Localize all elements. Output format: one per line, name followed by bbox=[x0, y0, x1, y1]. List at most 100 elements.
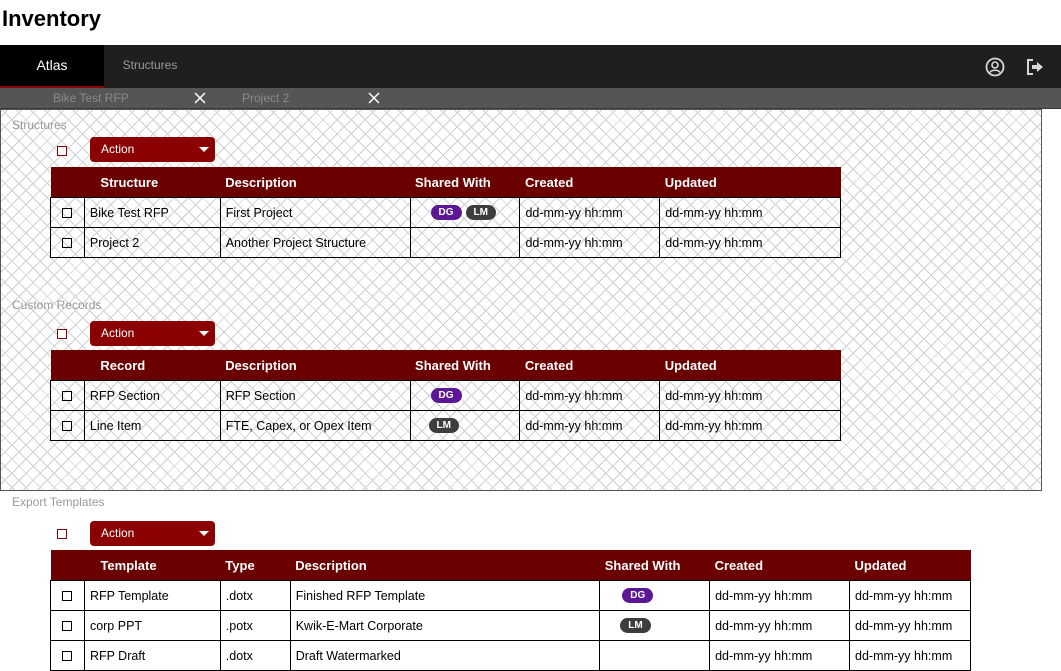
row-checkbox[interactable] bbox=[62, 651, 73, 662]
structure-description: Another Project Structure bbox=[219, 227, 411, 258]
action-label: Action bbox=[101, 326, 135, 340]
column-header bbox=[50, 350, 85, 381]
created-date: dd-mm-yy hh:mm bbox=[709, 580, 850, 611]
open-tab-bike-test-rfp[interactable]: Bike Test RFP bbox=[53, 88, 129, 108]
shared-with-cell: DG bbox=[409, 380, 521, 411]
chevron-down-icon bbox=[199, 147, 209, 152]
column-header[interactable]: Type bbox=[220, 550, 291, 581]
record-name[interactable]: RFP Section bbox=[83, 380, 221, 411]
select-all-checkbox[interactable] bbox=[57, 146, 67, 156]
column-header[interactable]: Updated bbox=[659, 350, 841, 381]
column-header[interactable]: Shared With bbox=[410, 350, 520, 381]
column-header[interactable]: Description bbox=[220, 350, 411, 381]
template-description: Finished RFP Template bbox=[289, 580, 601, 611]
column-header bbox=[50, 167, 85, 198]
row-checkbox[interactable] bbox=[62, 238, 73, 249]
tab-atlas[interactable]: Atlas bbox=[0, 45, 104, 88]
user-badge[interactable]: DG bbox=[430, 388, 462, 404]
table-row[interactable]: RFP Template .dotx Finished RFP Template… bbox=[50, 580, 971, 611]
row-checkbox[interactable] bbox=[62, 208, 73, 219]
column-header[interactable]: Record bbox=[84, 350, 221, 381]
tab-structures[interactable]: Structures bbox=[104, 45, 196, 88]
logout-icon[interactable] bbox=[1025, 57, 1045, 77]
top-nav: Atlas Structures bbox=[0, 45, 1061, 88]
created-date: dd-mm-yy hh:mm bbox=[519, 227, 661, 258]
column-header[interactable]: Shared With bbox=[410, 167, 520, 198]
row-checkbox-cell bbox=[50, 410, 85, 441]
column-header bbox=[50, 550, 85, 581]
open-tab-project-2[interactable]: Project 2 bbox=[242, 88, 289, 108]
table-row[interactable]: corp PPT .potx Kwik-E-Mart Corporate LM … bbox=[50, 610, 971, 641]
table-header: Record Description Shared With Created U… bbox=[50, 350, 841, 381]
page-title: Inventory bbox=[2, 6, 102, 31]
user-badge[interactable]: LM bbox=[465, 205, 496, 221]
row-checkbox[interactable] bbox=[62, 621, 73, 632]
updated-date: dd-mm-yy hh:mm bbox=[849, 640, 971, 671]
updated-date: dd-mm-yy hh:mm bbox=[849, 580, 971, 611]
template-name[interactable]: corp PPT bbox=[83, 610, 221, 641]
table-row[interactable]: RFP Draft .dotx Draft Watermarked dd-mm-… bbox=[50, 640, 971, 671]
template-type: .potx bbox=[219, 610, 291, 641]
table-row[interactable]: Bike Test RFP First Project DG LM dd-mm-y… bbox=[50, 197, 841, 228]
shared-with-cell: LM bbox=[599, 610, 711, 641]
column-header[interactable]: Description bbox=[290, 550, 600, 581]
template-name[interactable]: RFP Template bbox=[83, 580, 221, 611]
updated-date: dd-mm-yy hh:mm bbox=[659, 380, 841, 411]
template-type: .dotx bbox=[219, 580, 291, 611]
created-date: dd-mm-yy hh:mm bbox=[519, 410, 661, 441]
user-badge[interactable]: LM bbox=[620, 618, 651, 634]
column-header[interactable]: Created bbox=[519, 350, 660, 381]
action-label: Action bbox=[101, 526, 135, 540]
column-header[interactable]: Shared With bbox=[599, 550, 710, 581]
action-dropdown[interactable]: Action bbox=[90, 321, 215, 346]
row-checkbox-cell bbox=[50, 640, 85, 671]
column-header[interactable]: Updated bbox=[849, 550, 971, 581]
shared-with-cell bbox=[599, 640, 711, 671]
row-checkbox[interactable] bbox=[62, 591, 73, 602]
record-name[interactable]: Line Item bbox=[83, 410, 221, 441]
structure-description: First Project bbox=[219, 197, 411, 228]
action-dropdown[interactable]: Action bbox=[90, 521, 215, 546]
column-header[interactable]: Template bbox=[84, 550, 221, 581]
column-header[interactable]: Structure bbox=[84, 167, 221, 198]
chevron-down-icon bbox=[199, 531, 209, 536]
open-tabs-bar: Bike Test RFP Project 2 bbox=[0, 88, 1061, 109]
column-header[interactable]: Description bbox=[220, 167, 411, 198]
row-checkbox[interactable] bbox=[62, 421, 73, 432]
row-checkbox[interactable] bbox=[62, 391, 73, 402]
template-name[interactable]: RFP Draft bbox=[83, 640, 221, 671]
updated-date: dd-mm-yy hh:mm bbox=[659, 227, 841, 258]
structure-name[interactable]: Project 2 bbox=[83, 227, 221, 258]
select-all-checkbox[interactable] bbox=[57, 329, 67, 339]
template-description: Kwik-E-Mart Corporate bbox=[289, 610, 601, 641]
created-date: dd-mm-yy hh:mm bbox=[519, 197, 661, 228]
table-header: Structure Description Shared With Create… bbox=[50, 167, 841, 198]
user-badge[interactable]: LM bbox=[428, 418, 459, 434]
select-all-checkbox[interactable] bbox=[57, 529, 67, 539]
updated-date: dd-mm-yy hh:mm bbox=[849, 610, 971, 641]
chevron-down-icon bbox=[199, 331, 209, 336]
action-dropdown[interactable]: Action bbox=[90, 137, 215, 162]
section-label-export-templates: Export Templates bbox=[12, 495, 105, 509]
row-checkbox-cell bbox=[50, 197, 85, 228]
shared-with-cell: LM bbox=[409, 410, 521, 441]
structures-table: Structure Description Shared With Create… bbox=[50, 167, 841, 258]
column-header[interactable]: Created bbox=[709, 550, 850, 581]
user-badge[interactable]: DG bbox=[622, 588, 654, 604]
table-header: Template Type Description Shared With Cr… bbox=[50, 550, 971, 581]
record-description: FTE, Capex, or Opex Item bbox=[219, 410, 411, 441]
column-header[interactable]: Updated bbox=[659, 167, 841, 198]
table-row[interactable]: Project 2 Another Project Structure dd-m… bbox=[50, 227, 841, 258]
table-row[interactable]: RFP Section RFP Section DG dd-mm-yy hh:m… bbox=[50, 380, 841, 411]
column-header[interactable]: Created bbox=[519, 167, 660, 198]
close-icon[interactable] bbox=[193, 91, 207, 105]
created-date: dd-mm-yy hh:mm bbox=[709, 640, 850, 671]
user-badge[interactable]: DG bbox=[430, 205, 462, 221]
structure-name[interactable]: Bike Test RFP bbox=[83, 197, 221, 228]
row-checkbox-cell bbox=[50, 610, 85, 641]
user-icon[interactable] bbox=[985, 57, 1005, 77]
close-icon[interactable] bbox=[367, 91, 381, 105]
template-type: .dotx bbox=[219, 640, 291, 671]
updated-date: dd-mm-yy hh:mm bbox=[659, 197, 841, 228]
table-row[interactable]: Line Item FTE, Capex, or Opex Item LM dd… bbox=[50, 410, 841, 441]
